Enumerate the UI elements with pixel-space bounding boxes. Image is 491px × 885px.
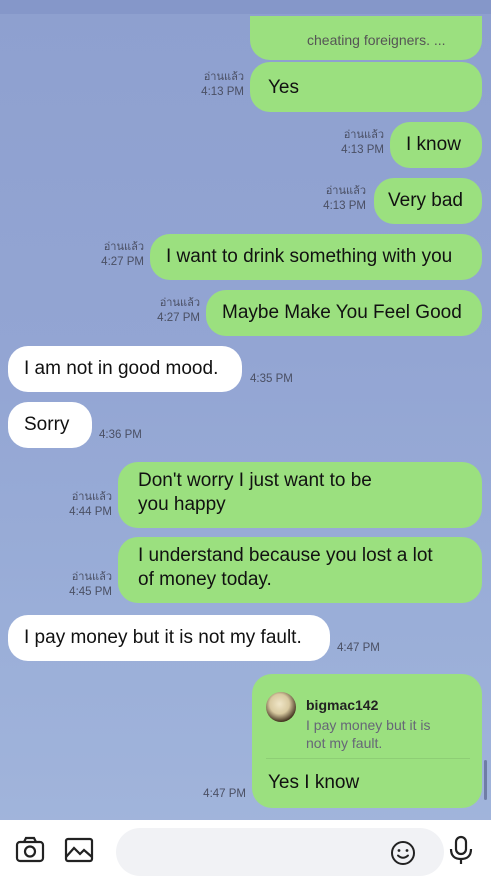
message-meta: 4:36 PM (99, 428, 159, 443)
quoted-text-line-1: I pay money but it is (306, 717, 431, 733)
outgoing-message: Maybe Make You Feel Good (206, 290, 482, 336)
message-time: 4:35 PM (250, 373, 293, 385)
message-time: 4:47 PM (337, 642, 380, 654)
message-text: I know (406, 134, 461, 155)
message-time: 4:13 PM (201, 86, 244, 98)
message-time: 4:36 PM (99, 429, 142, 441)
message-time: 4:44 PM (69, 506, 112, 518)
message-time: 4:45 PM (69, 586, 112, 598)
read-receipt: อ่านแล้ว (343, 129, 384, 141)
chat-area: cheating foreigners. ... อ่านแล้ว 4:13 P… (0, 0, 491, 820)
message-time: 4:47 PM (203, 788, 246, 800)
outgoing-message: Don't worry I just want to be you happy (118, 462, 482, 528)
message-time: 4:27 PM (157, 312, 200, 324)
message-meta: อ่านแล้ว 4:27 PM (92, 240, 144, 270)
outgoing-message: I understand because you lost a lot of m… (118, 537, 482, 603)
message-meta: อ่านแล้ว 4:13 PM (192, 70, 244, 100)
incoming-message: I pay money but it is not my fault. (8, 615, 330, 661)
message-meta: 4:47 PM (186, 787, 246, 802)
message-text-line-2: of money today. (138, 569, 272, 590)
message-text: Sorry (24, 414, 70, 435)
emoji-icon[interactable] (388, 838, 418, 868)
message-text-line-2: you happy (138, 494, 226, 515)
message-time: 4:13 PM (323, 200, 366, 212)
message-text: Maybe Make You Feel Good (222, 302, 462, 323)
message-text: Very bad (388, 190, 463, 211)
message-meta: 4:35 PM (250, 372, 310, 387)
quoted-message[interactable]: bigmac142 I pay money but it is not my f… (266, 684, 472, 751)
read-receipt: อ่านแล้ว (71, 491, 112, 503)
read-receipt: อ่านแล้ว (103, 241, 144, 253)
input-bar (0, 820, 491, 885)
message-text: I pay money but it is not my fault. (24, 627, 302, 648)
reply-message: bigmac142 I pay money but it is not my f… (252, 674, 482, 808)
incoming-message: I am not in good mood. (8, 346, 242, 392)
read-receipt: อ่านแล้ว (203, 71, 244, 83)
divider (266, 758, 470, 759)
message-meta: อ่านแล้ว 4:44 PM (60, 490, 112, 520)
message-meta: 4:47 PM (337, 641, 397, 656)
message-text-line-1: Don't worry I just want to be (138, 470, 372, 491)
message-meta: อ่านแล้ว 4:27 PM (148, 296, 200, 326)
quoted-text: I pay money but it is not my fault. (306, 716, 476, 752)
message-text: I am not in good mood. (24, 358, 219, 379)
message-text: cheating foreigners. ... (307, 32, 446, 48)
mic-icon[interactable] (444, 833, 478, 867)
message-text: I want to drink something with you (166, 246, 453, 267)
message-meta: อ่านแล้ว 4:13 PM (332, 128, 384, 158)
message-input[interactable] (116, 828, 444, 876)
message-meta: อ่านแล้ว 4:45 PM (60, 570, 112, 600)
outgoing-message: Very bad (374, 178, 482, 224)
outgoing-message: I know (390, 122, 482, 168)
outgoing-message: Yes (250, 62, 482, 112)
message-time: 4:13 PM (341, 144, 384, 156)
quoted-text-line-2: not my fault. (306, 735, 383, 751)
incoming-message: Sorry (8, 402, 92, 448)
camera-icon[interactable] (13, 833, 47, 867)
quoted-sender: bigmac142 (306, 697, 379, 713)
read-receipt: อ่านแล้ว (71, 571, 112, 583)
read-receipt: อ่านแล้ว (325, 185, 366, 197)
message-text-line-1: I understand because you lost a lot (138, 545, 433, 566)
outgoing-message: cheating foreigners. ... (250, 16, 482, 60)
message-text: Yes (268, 77, 299, 98)
message-text: Yes I know (268, 772, 360, 793)
outgoing-message: I want to drink something with you (150, 234, 482, 280)
avatar (266, 692, 296, 722)
image-icon[interactable] (62, 833, 96, 867)
message-time: 4:27 PM (101, 256, 144, 268)
scrollbar[interactable] (484, 760, 487, 800)
message-meta: อ่านแล้ว 4:13 PM (314, 184, 366, 214)
read-receipt: อ่านแล้ว (159, 297, 200, 309)
